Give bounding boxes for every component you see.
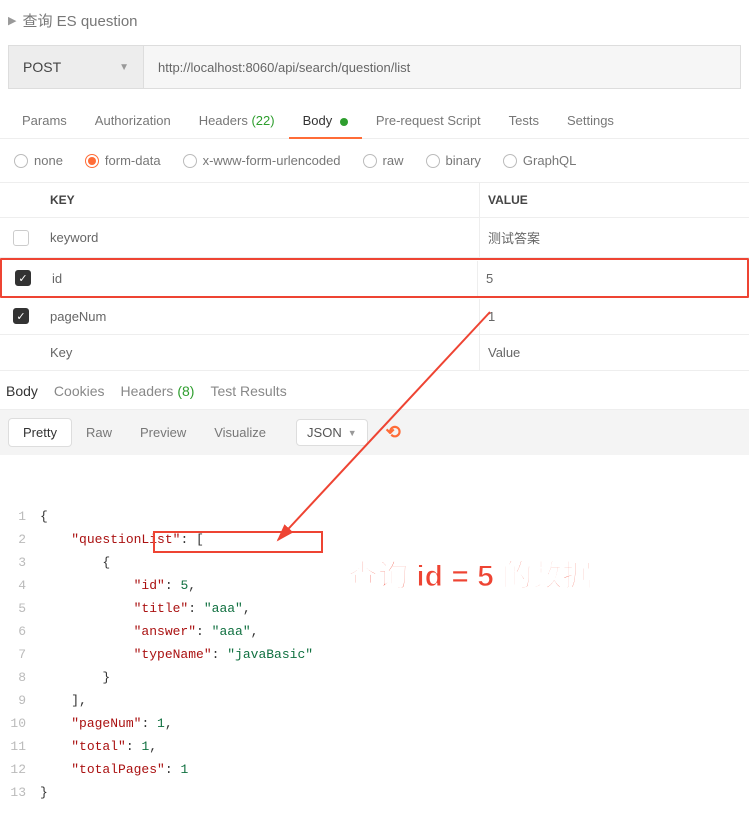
cell-value[interactable]: 5	[477, 261, 747, 296]
view-raw[interactable]: Raw	[72, 419, 126, 446]
method-label: POST	[23, 59, 61, 75]
table-row[interactable]: ✓ id5	[0, 258, 749, 298]
resp-tab-cookies[interactable]: Cookies	[54, 383, 105, 399]
radio-raw[interactable]: raw	[363, 153, 404, 168]
url-input[interactable]: http://localhost:8060/api/search/questio…	[144, 46, 740, 88]
tab-settings[interactable]: Settings	[553, 107, 628, 138]
form-data-table: KEY VALUE keyword测试答案 ✓ id5 ✓ pageNum1 Key V…	[0, 182, 749, 371]
cell-key[interactable]: keyword	[42, 220, 479, 255]
response-code[interactable]: 1{2 "questionList": [3 {4 "id": 5,5 "tit…	[0, 455, 749, 840]
tab-params[interactable]: Params	[8, 107, 81, 138]
code-line: 13}	[0, 782, 749, 805]
response-viewbar: Pretty Raw Preview Visualize JSON ▼ ⟲	[0, 410, 749, 455]
checkbox-icon[interactable]	[13, 230, 29, 246]
wrap-lines-icon[interactable]: ⟲	[386, 422, 401, 443]
table-header-row: KEY VALUE	[0, 183, 749, 218]
radio-form-data[interactable]: form-data	[85, 153, 161, 168]
cell-key[interactable]: pageNum	[42, 299, 479, 334]
method-select[interactable]: POST ▼	[9, 46, 144, 88]
request-title-bar[interactable]: ▶ 查询 ES question	[0, 0, 749, 41]
resp-tab-headers[interactable]: Headers (8)	[121, 383, 195, 399]
code-line: 2 "questionList": [	[0, 529, 749, 552]
tab-authorization[interactable]: Authorization	[81, 107, 185, 138]
view-pretty[interactable]: Pretty	[8, 418, 72, 447]
header-key: KEY	[42, 183, 479, 217]
header-value: VALUE	[479, 183, 749, 217]
collapse-icon: ▶	[8, 14, 16, 27]
code-line: 6 "answer": "aaa",	[0, 621, 749, 644]
radio-binary[interactable]: binary	[426, 153, 481, 168]
tab-headers-count: (22)	[251, 113, 274, 128]
placeholder-value[interactable]: Value	[479, 335, 749, 370]
status-dot-icon	[340, 118, 348, 126]
tab-body-label: Body	[303, 113, 333, 128]
code-line: 10 "pageNum": 1,	[0, 713, 749, 736]
code-line: 8 }	[0, 667, 749, 690]
request-tabs: Params Authorization Headers (22) Body P…	[0, 89, 749, 139]
code-line: 5 "title": "aaa",	[0, 598, 749, 621]
radio-none[interactable]: none	[14, 153, 63, 168]
table-row[interactable]: ✓ pageNum1	[0, 298, 749, 335]
code-line: 1{	[0, 506, 749, 529]
resp-tab-test-results[interactable]: Test Results	[210, 383, 286, 399]
url-bar: POST ▼ http://localhost:8060/api/search/…	[8, 45, 741, 89]
code-line: 7 "typeName": "javaBasic"	[0, 644, 749, 667]
lang-select[interactable]: JSON ▼	[296, 419, 368, 446]
radio-urlencoded[interactable]: x-www-form-urlencoded	[183, 153, 341, 168]
body-type-radios: none form-data x-www-form-urlencoded raw…	[0, 139, 749, 182]
tab-headers-label: Headers	[199, 113, 248, 128]
resp-tab-body[interactable]: Body	[6, 383, 38, 399]
annotation-text: 查询 id = 5 的数据	[348, 551, 592, 595]
code-line: 11 "total": 1,	[0, 736, 749, 759]
placeholder-key[interactable]: Key	[42, 335, 479, 370]
annotation-id-highlight	[153, 531, 323, 553]
cell-key[interactable]: id	[44, 261, 477, 296]
cell-value[interactable]: 测试答案	[479, 218, 749, 257]
chevron-down-icon: ▼	[119, 62, 129, 73]
tab-tests[interactable]: Tests	[495, 107, 553, 138]
radio-graphql[interactable]: GraphQL	[503, 153, 576, 168]
request-title: 查询 ES question	[22, 10, 137, 31]
code-line: 9 ],	[0, 690, 749, 713]
chevron-down-icon: ▼	[348, 428, 357, 438]
view-visualize[interactable]: Visualize	[200, 419, 280, 446]
table-row[interactable]: keyword测试答案	[0, 218, 749, 258]
tab-body[interactable]: Body	[289, 107, 362, 138]
table-placeholder-row[interactable]: Key Value	[0, 335, 749, 371]
code-line: 12 "totalPages": 1	[0, 759, 749, 782]
tab-headers[interactable]: Headers (22)	[185, 107, 289, 138]
tab-prerequest[interactable]: Pre-request Script	[362, 107, 495, 138]
response-tabs: Body Cookies Headers (8) Test Results	[0, 371, 749, 410]
checkbox-icon[interactable]: ✓	[15, 270, 31, 286]
cell-value[interactable]: 1	[479, 299, 749, 334]
view-preview[interactable]: Preview	[126, 419, 200, 446]
checkbox-icon[interactable]: ✓	[13, 308, 29, 324]
